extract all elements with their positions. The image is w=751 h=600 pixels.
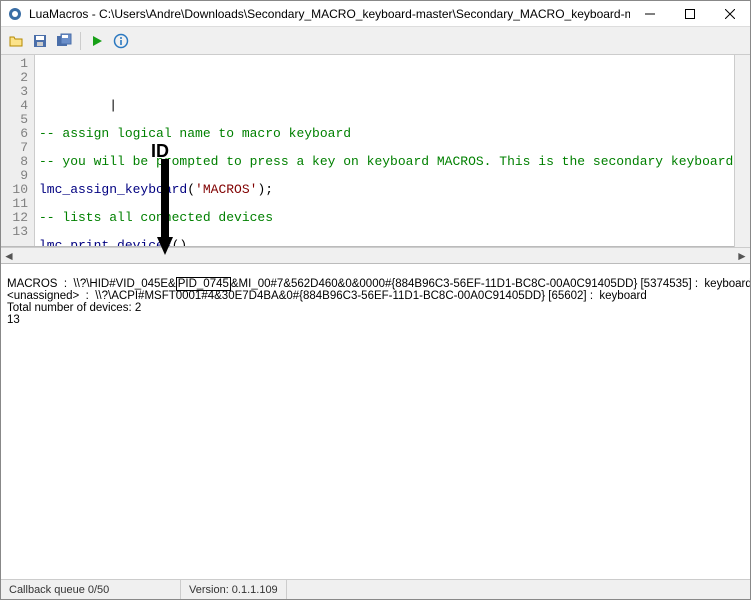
status-bar: Callback queue 0/50 Version: 0.1.1.109 [1,579,750,599]
maximize-button[interactable] [670,1,710,27]
open-button[interactable] [5,30,27,52]
code-token: lmc_assign_keyboard [39,182,187,197]
scroll-left-icon[interactable]: ◄ [1,249,17,263]
scroll-right-icon[interactable]: ► [734,249,750,263]
output-line: <unassigned> : \\?\ACPI#MSFT0001#4&30E7D… [7,290,647,302]
window-title: LuaMacros - C:\Users\Andre\Downloads\Sec… [29,7,630,21]
info-button[interactable] [110,30,132,52]
code-line: -- you will be prompted to press a key o… [39,154,733,169]
output-line: Total number of devices: 2 [7,302,141,314]
line-number: 4 [1,99,28,113]
code-line: -- lists all connected devices [39,210,273,225]
minimize-button[interactable] [630,1,670,27]
code-line: -- assign logical name to macro keyboard [39,126,351,141]
app-icon [7,6,23,22]
line-number: 5 [1,113,28,127]
line-number: 3 [1,85,28,99]
toolbar-separator [80,32,81,50]
output-pane[interactable]: MACROS : \\?\HID#VID_045E&PID_0745&MI_00… [1,263,750,579]
line-number: 11 [1,197,28,211]
code-editor[interactable]: | -- assign logical name to macro keyboa… [35,55,750,246]
output-line: 13 [7,314,20,326]
editor-vertical-scrollbar[interactable] [734,55,750,247]
line-number: 6 [1,127,28,141]
save-as-button[interactable] [53,30,75,52]
save-button[interactable] [29,30,51,52]
line-number: 9 [1,169,28,183]
line-number: 7 [1,141,28,155]
run-button[interactable] [86,30,108,52]
window-titlebar: LuaMacros - C:\Users\Andre\Downloads\Sec… [1,1,750,27]
line-gutter: 1 2 3 4 5 6 7 8 9 10 11 12 13 [1,55,35,246]
status-queue: Callback queue 0/50 [1,580,181,599]
pid-highlight: PID_0745 [176,277,231,291]
window-controls [630,1,750,26]
editor-pane: 1 2 3 4 5 6 7 8 9 10 11 12 13 | -- assig… [1,55,750,247]
line-number: 1 [1,57,28,71]
line-number: 13 [1,225,28,239]
code-token: 'MACROS' [195,182,257,197]
output-line: MACROS : \\?\HID#VID_045E&PID_0745&MI_00… [7,277,750,291]
line-number: 12 [1,211,28,225]
code-token: lmc_print_devices [39,238,172,246]
editor-horizontal-scrollbar[interactable]: ◄ ► [1,247,750,263]
toolbar [1,27,750,55]
line-number: 10 [1,183,28,197]
status-version: Version: 0.1.1.109 [181,580,287,599]
close-button[interactable] [710,1,750,27]
line-number: 2 [1,71,28,85]
line-number: 8 [1,155,28,169]
